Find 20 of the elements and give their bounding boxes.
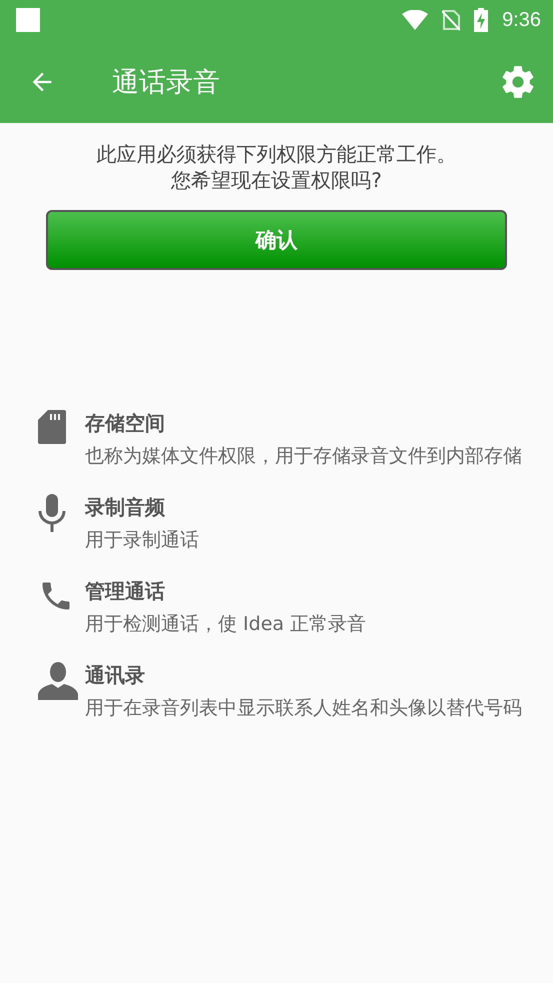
permission-description: 用于检测通话，使 Idea 正常录音	[85, 612, 368, 637]
permission-title: 录制音频	[85, 494, 166, 521]
confirm-button[interactable]: 确认	[46, 210, 507, 270]
permission-title: 通讯录	[85, 662, 146, 689]
permission-title: 管理通话	[85, 578, 166, 605]
microphone-icon	[38, 494, 66, 532]
sd-card-icon	[38, 410, 66, 444]
person-icon	[38, 662, 78, 700]
permission-description: 用于录制通话	[85, 528, 200, 553]
permission-description: 用于在录音列表中显示联系人姓名和头像以替代号码	[85, 696, 523, 721]
no-sim-icon	[442, 9, 460, 31]
status-time: 9:36	[502, 8, 541, 32]
permission-description: 也称为媒体文件权限，用于存储录音文件到内部存储	[85, 444, 523, 469]
wifi-icon	[402, 10, 428, 30]
notification-icon	[16, 8, 40, 32]
battery-charging-icon	[474, 8, 488, 32]
permission-title: 存储空间	[85, 410, 166, 437]
app-title: 通话录音	[112, 66, 221, 100]
message-text: 此应用必须获得下列权限方能正常工作。	[96, 141, 456, 167]
message-text: 您希望现在设置权限吗?	[171, 167, 382, 193]
